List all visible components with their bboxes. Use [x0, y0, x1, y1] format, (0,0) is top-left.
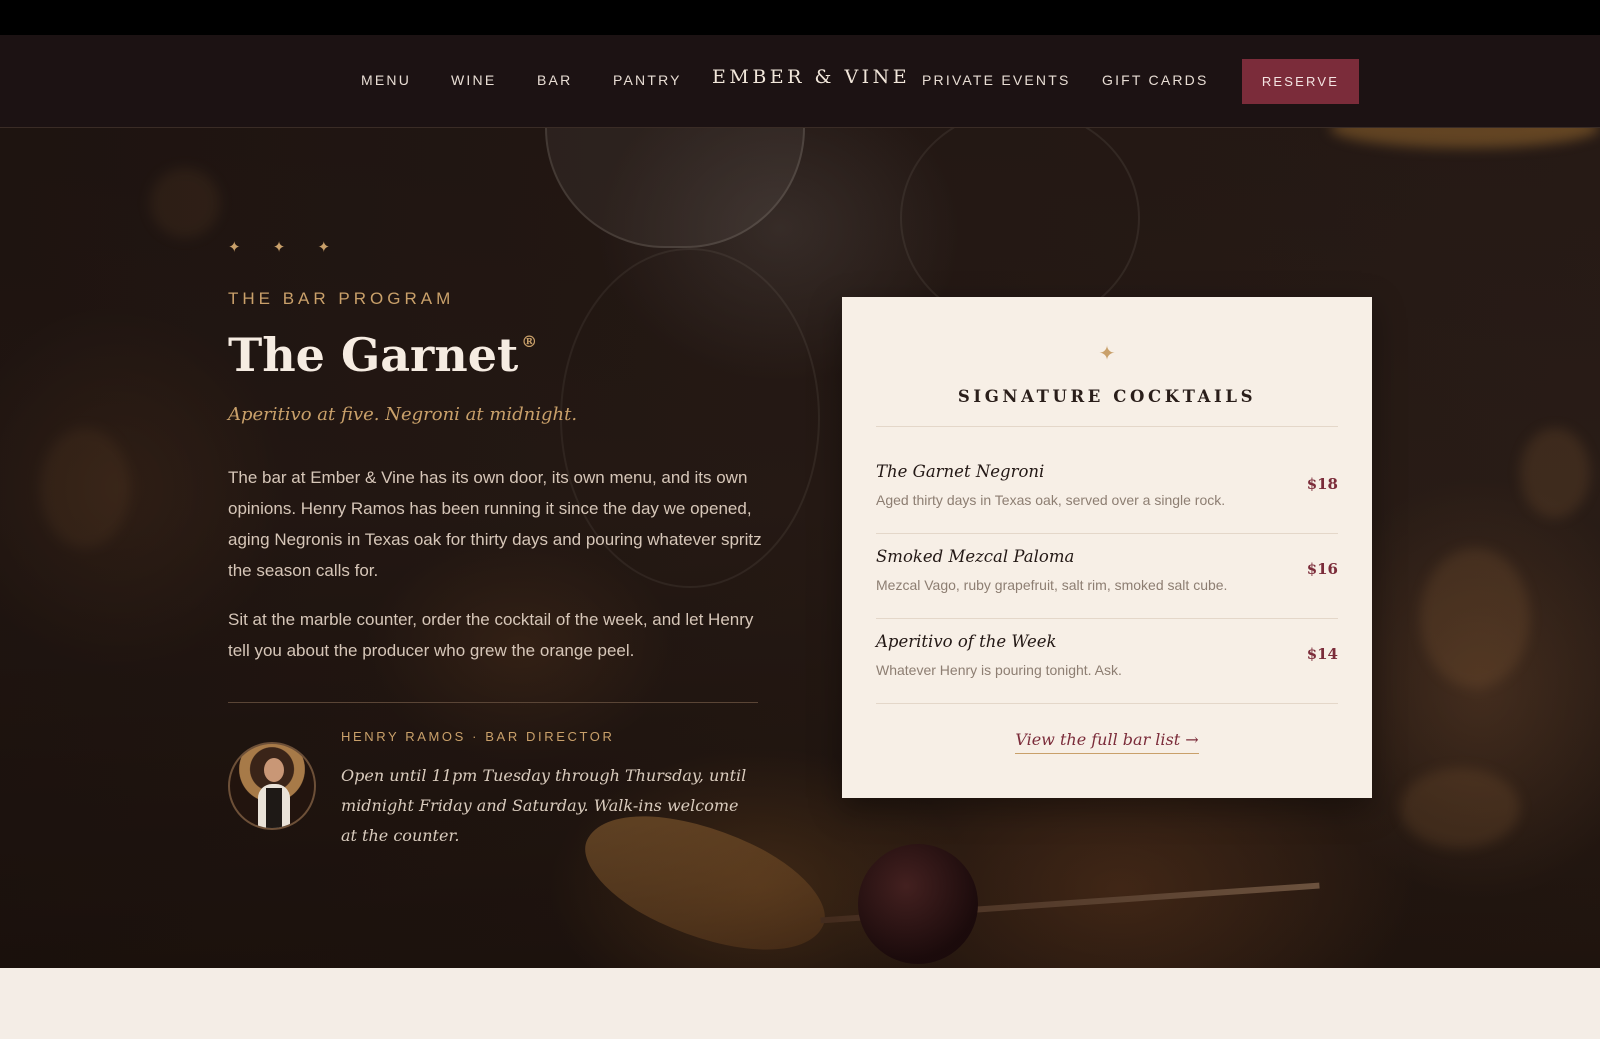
- cocktail-item: Aperitivo of the Week Whatever Henry is …: [876, 618, 1338, 703]
- avatar-head: [264, 758, 284, 782]
- page-title: The Garnet ®: [228, 328, 537, 382]
- cocktail-item: Smoked Mezcal Paloma Mezcal Vago, ruby g…: [876, 533, 1338, 618]
- full-bar-list-link-wrap: View the full bar list →: [842, 730, 1372, 754]
- bar-hero-section: ✦ ✦ ✦ THE BAR PROGRAM The Garnet ® Aperit…: [0, 128, 1600, 968]
- signature-cocktails-card: ✦ SIGNATURE COCKTAILS The Garnet Negroni…: [842, 297, 1372, 798]
- card-divider: [876, 426, 1338, 427]
- nav-link-gift-cards[interactable]: GIFT CARDS: [1102, 72, 1209, 88]
- nav-link-menu[interactable]: MENU: [361, 72, 411, 88]
- counter-paragraph: Sit at the marble counter, order the coc…: [228, 610, 754, 660]
- cocktail-price: $14: [1306, 645, 1338, 663]
- card-title: SIGNATURE COCKTAILS: [957, 387, 1257, 406]
- reserve-button[interactable]: RESERVE: [1242, 59, 1359, 104]
- nav-link-private-events[interactable]: PRIVATE EVENTS: [922, 72, 1071, 88]
- registered-mark: ®: [521, 332, 538, 351]
- brand-logo[interactable]: EMBER & VINE: [712, 66, 910, 88]
- decorative-stars: ✦ ✦ ✦: [228, 239, 345, 256]
- bar-director-name: HENRY RAMOS · BAR DIRECTOR: [341, 729, 615, 744]
- divider: [228, 702, 758, 703]
- nav-link-bar[interactable]: BAR: [537, 72, 572, 88]
- avatar-vest: [266, 788, 282, 828]
- top-black-bar: [0, 0, 1600, 35]
- section-eyebrow: THE BAR PROGRAM: [228, 289, 455, 308]
- tagline: Aperitivo at five. Negroni at midnight.: [228, 404, 578, 425]
- cocktail-price: $16: [1306, 560, 1338, 578]
- cocktail-description: Mezcal Vago, ruby grapefruit, salt rim, …: [876, 577, 1228, 593]
- cocktail-name: The Garnet Negroni: [876, 462, 1045, 481]
- cocktail-description: Aged thirty days in Texas oak, served ov…: [876, 492, 1226, 508]
- nav-link-wine[interactable]: WINE: [451, 72, 496, 88]
- cocktail-price: $18: [1306, 475, 1338, 493]
- star-icon: ✦: [1098, 343, 1116, 365]
- title-text: The Garnet: [228, 328, 519, 382]
- full-bar-list-link[interactable]: View the full bar list →: [1015, 730, 1199, 754]
- intro-paragraph: The bar at Ember & Vine has its own door…: [228, 468, 762, 580]
- cocktail-name: Aperitivo of the Week: [876, 632, 1057, 651]
- card-divider: [876, 703, 1338, 704]
- main-nav: MENU WINE BAR PANTRY EMBER & VINE PRIVAT…: [0, 35, 1600, 128]
- hours-quote: Open until 11pm Tuesday through Thursday…: [341, 766, 747, 845]
- nav-link-pantry[interactable]: PANTRY: [613, 72, 682, 88]
- next-section: [0, 968, 1600, 1039]
- avatar: [228, 742, 316, 830]
- cocktail-description: Whatever Henry is pouring tonight. Ask.: [876, 662, 1122, 678]
- cocktail-item: The Garnet Negroni Aged thirty days in T…: [876, 448, 1338, 533]
- cocktail-name: Smoked Mezcal Paloma: [876, 547, 1075, 566]
